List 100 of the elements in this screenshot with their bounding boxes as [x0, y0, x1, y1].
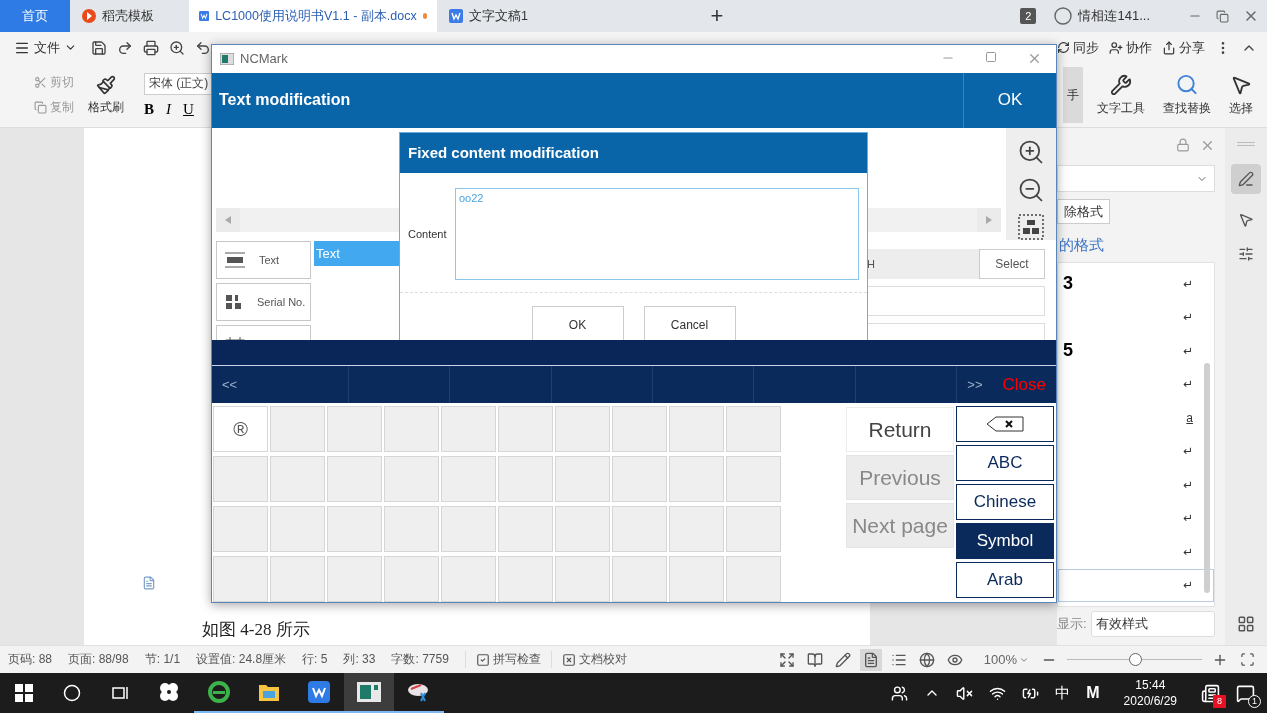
ok-button[interactable]: OK — [531, 305, 624, 340]
property-field[interactable] — [867, 285, 1045, 316]
zoom-slider-thumb[interactable] — [1128, 652, 1142, 666]
ok-button[interactable]: OK — [963, 72, 1056, 128]
maximize-icon[interactable] — [985, 51, 997, 64]
close-button[interactable]: Close — [992, 374, 1056, 395]
blank-key[interactable] — [555, 406, 610, 452]
style-row[interactable]: a — [1058, 401, 1214, 435]
next-page-button[interactable]: >> — [957, 377, 993, 392]
style-row[interactable]: ↵ — [1058, 535, 1214, 569]
undo-icon[interactable] — [195, 39, 211, 56]
blank-key[interactable] — [327, 556, 382, 602]
clock[interactable]: 15:44 2020/6/29 — [1123, 678, 1177, 708]
fit-icon[interactable] — [1240, 652, 1255, 667]
ribbon-tool[interactable]: 选择 — [1225, 67, 1257, 124]
style-row[interactable]: ↵ — [1058, 300, 1214, 334]
taskbar-app[interactable] — [344, 673, 394, 713]
user-name[interactable]: 情相连141... — [1078, 7, 1150, 25]
redo-icon[interactable] — [117, 39, 133, 56]
style-row[interactable]: ↵ — [1058, 434, 1214, 468]
lock-icon[interactable] — [1176, 138, 1190, 152]
show-select[interactable]: 有效样式 — [1090, 611, 1215, 637]
pen-button[interactable] — [1231, 164, 1261, 194]
blank-key[interactable] — [555, 556, 610, 602]
blank-key[interactable] — [441, 456, 496, 502]
blank-key[interactable] — [498, 456, 553, 502]
select-button[interactable]: Select — [979, 248, 1045, 279]
format-painter-button[interactable]: 格式刷 — [84, 67, 128, 124]
style-row[interactable]: ↵ — [1058, 468, 1214, 502]
ribbon-tool[interactable]: 查找替换 — [1159, 67, 1215, 124]
toolbar-action[interactable]: 分享 — [1162, 38, 1205, 57]
scroll-left-button[interactable] — [216, 207, 240, 232]
print-icon[interactable] — [143, 39, 159, 56]
blank-key[interactable] — [612, 506, 667, 552]
style-row[interactable]: ↵ — [1058, 501, 1214, 535]
style-row[interactable]: 5 ↵ — [1058, 334, 1214, 368]
search-circle-icon[interactable] — [63, 684, 81, 702]
format-button[interactable]: U — [183, 100, 194, 118]
blank-key[interactable] — [213, 556, 268, 602]
blank-key[interactable] — [270, 556, 325, 602]
style-row[interactable]: ↵ — [1058, 568, 1214, 602]
blank-key[interactable] — [726, 506, 781, 552]
blank-key[interactable] — [612, 556, 667, 602]
restore-icon[interactable] — [1216, 9, 1229, 23]
style-dropdown[interactable] — [1057, 165, 1215, 193]
blank-key[interactable] — [669, 556, 724, 602]
text-frame-icon[interactable] — [1018, 213, 1044, 240]
browser-tab[interactable]: 文字文稿1 — [439, 0, 687, 32]
blank-key[interactable] — [384, 406, 439, 452]
format-button[interactable]: B — [144, 100, 154, 118]
cancel-button[interactable]: Cancel — [643, 305, 736, 340]
input-mode-button[interactable]: Arab — [956, 562, 1054, 598]
status-check-button[interactable]: 文档校对 — [550, 651, 637, 668]
toolbar-action[interactable]: 同步 — [1057, 38, 1099, 57]
toolbar-action[interactable]: 协作 — [1109, 38, 1152, 57]
symbol-key[interactable]: ® — [213, 406, 268, 452]
style-row[interactable]: ↵ — [1058, 367, 1214, 401]
blank-key[interactable] — [555, 506, 610, 552]
blank-key[interactable] — [669, 456, 724, 502]
blank-key[interactable] — [441, 556, 496, 602]
input-mode-button[interactable]: Chinese — [956, 484, 1054, 520]
save-icon[interactable] — [91, 39, 107, 56]
task-view-icon[interactable] — [111, 685, 129, 701]
blank-key[interactable] — [726, 456, 781, 502]
blank-key[interactable] — [612, 406, 667, 452]
blank-key[interactable] — [726, 556, 781, 602]
blank-key[interactable] — [555, 456, 610, 502]
muted-speaker-icon[interactable] — [956, 684, 974, 702]
backspace-button[interactable] — [956, 406, 1054, 442]
preview-icon[interactable] — [169, 39, 185, 56]
close-icon[interactable] — [1200, 138, 1215, 153]
blank-key[interactable] — [498, 556, 553, 602]
action-center-icon[interactable] — [1236, 683, 1255, 703]
style-row[interactable]: 3 ↵ — [1058, 267, 1214, 301]
ime-mode[interactable]: M — [1086, 684, 1100, 702]
blank-key[interactable] — [270, 456, 325, 502]
people-icon[interactable] — [891, 684, 909, 702]
component-item[interactable]: Text — [216, 240, 311, 279]
blank-key[interactable] — [327, 506, 382, 552]
browser-tab[interactable]: 首页 — [0, 0, 70, 32]
sliders-icon[interactable] — [1238, 246, 1254, 262]
blank-key[interactable] — [441, 506, 496, 552]
cursor-icon[interactable] — [1238, 212, 1254, 228]
windows-icon[interactable] — [15, 684, 33, 702]
browser-tab[interactable]: 稻壳模板 — [72, 0, 187, 32]
new-tab-button[interactable]: + — [697, 0, 737, 32]
keyboard-action-button[interactable]: Return — [846, 407, 954, 452]
ime-indicator[interactable]: 中 — [1055, 683, 1071, 703]
ribbon-tool[interactable]: 文字工具 — [1093, 67, 1149, 124]
browser-tab[interactable]: LC1000使用说明书V1.1 - 副本.docx — [189, 0, 437, 32]
previous-page-button[interactable]: << — [212, 377, 248, 392]
blank-key[interactable] — [612, 456, 667, 502]
blank-key[interactable] — [384, 556, 439, 602]
font-select[interactable]: 宋体 (正文) — [144, 72, 214, 95]
blank-key[interactable] — [384, 506, 439, 552]
file-menu[interactable]: 文件 — [10, 38, 81, 57]
ribbon-tool[interactable]: 手 — [1063, 67, 1083, 124]
news-icon[interactable] — [1201, 683, 1220, 703]
blank-key[interactable] — [726, 406, 781, 452]
blank-key[interactable] — [270, 506, 325, 552]
